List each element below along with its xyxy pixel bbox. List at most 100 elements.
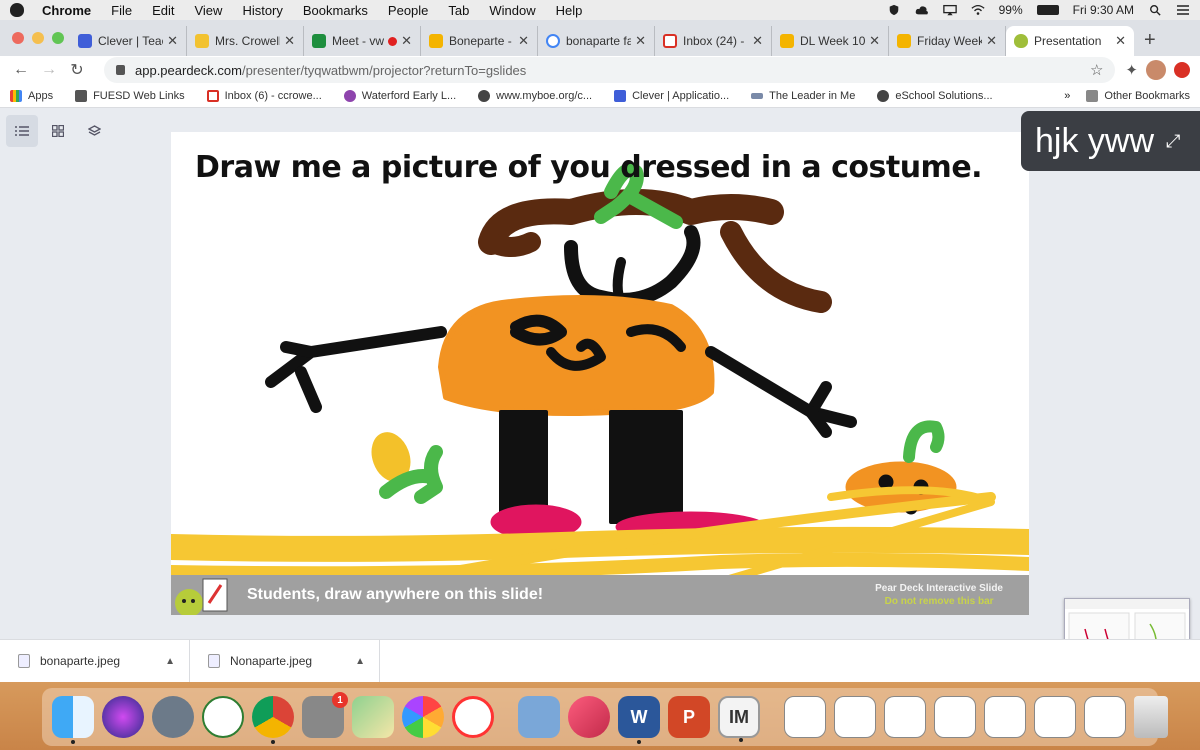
bookmark-item[interactable]: www.myboe.org/c... (478, 89, 592, 102)
menu-people[interactable]: People (388, 3, 428, 18)
list-view-icon[interactable] (6, 115, 38, 147)
reload-icon[interactable]: ↻ (66, 60, 88, 80)
grid-view-icon[interactable] (42, 115, 74, 147)
menu-tab[interactable]: Tab (448, 3, 469, 18)
close-tab-icon[interactable]: ✕ (752, 33, 763, 49)
photos-icon[interactable] (402, 696, 444, 738)
news-icon[interactable] (452, 696, 494, 738)
browser-tab[interactable]: bonaparte fall✕ (538, 26, 655, 56)
bookmark-item[interactable]: Waterford Early L... (343, 89, 456, 102)
maps-icon[interactable] (352, 696, 394, 738)
browser-tab[interactable]: Boneparte - G ✕ (421, 26, 538, 56)
menu-bookmarks[interactable]: Bookmarks (303, 3, 368, 18)
notification-center-icon[interactable] (1176, 4, 1190, 16)
word-icon[interactable]: W (618, 696, 660, 744)
bookmark-item[interactable]: Inbox (6) - ccrowe... (206, 89, 322, 102)
zoom-window-button[interactable] (52, 32, 64, 44)
bookmark-item[interactable]: Clever | Applicatio... (614, 89, 729, 102)
back-arrow-icon[interactable]: ← (10, 61, 32, 79)
browser-tab-active[interactable]: Presentation ✕ (1006, 26, 1134, 56)
address-bar[interactable]: app.peardeck.com/presenter/tyqwatbwm/pro… (104, 57, 1116, 83)
wifi-icon[interactable] (971, 4, 985, 16)
powerpoint-icon[interactable]: P (668, 696, 710, 738)
trash-icon[interactable] (1134, 696, 1168, 738)
cloud-icon[interactable] (915, 4, 929, 16)
system-preferences-icon[interactable]: 1 (302, 692, 348, 738)
close-tab-icon[interactable]: ✕ (518, 33, 529, 49)
close-window-button[interactable] (12, 32, 24, 44)
join-code-badge[interactable]: hjk yww ⤢ (1021, 111, 1200, 171)
word-letter: W (630, 706, 648, 727)
preview-icon[interactable] (518, 696, 560, 738)
menu-history[interactable]: History (242, 3, 282, 18)
minimized-window-thumbnail[interactable] (984, 696, 1026, 738)
student-drawing[interactable] (171, 132, 1029, 615)
chevron-up-icon[interactable]: ▲ (355, 656, 365, 667)
pear-mascot-icon (171, 575, 231, 615)
minimized-window-thumbnail[interactable] (834, 696, 876, 738)
chrome-icon[interactable] (252, 696, 294, 744)
bookmark-star-icon[interactable]: ☆ (1090, 61, 1103, 79)
forward-arrow-icon[interactable]: → (38, 61, 60, 79)
menu-window[interactable]: Window (489, 3, 535, 18)
apple-icon[interactable] (10, 3, 24, 17)
bookmarks-bar: Apps FUESD Web Links Inbox (6) - ccrowe.… (0, 84, 1200, 108)
download-item[interactable]: bonaparte.jpeg ▲ (0, 639, 190, 683)
minimized-window-thumbnail[interactable] (884, 696, 926, 738)
close-tab-icon[interactable]: ✕ (284, 33, 295, 49)
menu-app-name[interactable]: Chrome (42, 3, 91, 18)
tab-label: Clever | Teach (98, 34, 163, 48)
peardeck-presenter: Draw me a picture of you dressed in a co… (0, 109, 1200, 676)
bookmark-label: eSchool Solutions... (895, 89, 993, 102)
window-controls (12, 32, 64, 44)
shield-icon[interactable] (887, 4, 901, 16)
bookmark-item[interactable]: The Leader in Me (751, 90, 855, 102)
close-tab-icon[interactable]: ✕ (869, 33, 880, 49)
extension-icon[interactable] (1174, 62, 1190, 78)
bookmark-folder[interactable]: FUESD Web Links (75, 89, 185, 102)
other-bookmarks[interactable]: Other Bookmarks (1086, 89, 1190, 102)
bookmark-item[interactable]: eSchool Solutions... (877, 89, 993, 102)
close-tab-icon[interactable]: ✕ (401, 33, 412, 49)
minimized-window-thumbnail[interactable] (1084, 696, 1126, 738)
browser-tab[interactable]: Clever | Teach ✕ (70, 26, 187, 56)
tab-label: Boneparte - G (449, 34, 514, 48)
more-bookmarks-button[interactable]: » (1064, 90, 1070, 102)
download-item[interactable]: Nonaparte.jpeg ▲ (190, 639, 380, 683)
profile-avatar[interactable] (1146, 60, 1166, 80)
battery-icon[interactable] (1036, 5, 1059, 15)
launchpad-icon[interactable] (152, 696, 194, 738)
lock-icon[interactable] (116, 65, 125, 75)
close-tab-icon[interactable]: ✕ (635, 33, 646, 49)
close-tab-icon[interactable]: ✕ (1115, 33, 1126, 49)
menubar-clock[interactable]: Fri 9:30 AM (1073, 3, 1134, 17)
menu-view[interactable]: View (194, 3, 222, 18)
menu-help[interactable]: Help (556, 3, 583, 18)
minimized-window-thumbnail[interactable] (1034, 696, 1076, 738)
finder-icon[interactable] (52, 696, 94, 744)
close-tab-icon[interactable]: ✕ (986, 33, 997, 49)
expand-arrows-icon[interactable]: ⤢ (1166, 131, 1180, 152)
browser-tab[interactable]: Inbox (24) - c ✕ (655, 26, 772, 56)
close-tab-icon[interactable]: ✕ (167, 33, 178, 49)
layers-icon[interactable] (78, 115, 110, 147)
browser-tab[interactable]: Mrs. Crowell's ✕ (187, 26, 304, 56)
minimized-window-thumbnail[interactable] (784, 696, 826, 738)
chevron-up-icon[interactable]: ▲ (165, 656, 175, 667)
browser-tab[interactable]: Meet - vw ✕ (304, 26, 421, 56)
browser-tab[interactable]: DL Week 10 F✕ (772, 26, 889, 56)
school-district-logo-icon[interactable] (202, 696, 244, 738)
bookmark-apps[interactable]: Apps (10, 89, 53, 102)
menu-file[interactable]: File (111, 3, 132, 18)
menu-edit[interactable]: Edit (152, 3, 174, 18)
browser-tab[interactable]: Friday Week 1✕ (889, 26, 1006, 56)
siri-icon[interactable] (102, 696, 144, 738)
im-app-icon[interactable]: IM (718, 696, 760, 742)
minimized-window-thumbnail[interactable] (934, 696, 976, 738)
extensions-puzzle-icon[interactable]: ✦ (1125, 61, 1138, 79)
minimize-window-button[interactable] (32, 32, 44, 44)
new-tab-button[interactable]: + (1144, 29, 1156, 52)
airplay-icon[interactable] (942, 4, 957, 16)
music-icon[interactable] (568, 696, 610, 738)
spotlight-search-icon[interactable] (1148, 4, 1162, 16)
